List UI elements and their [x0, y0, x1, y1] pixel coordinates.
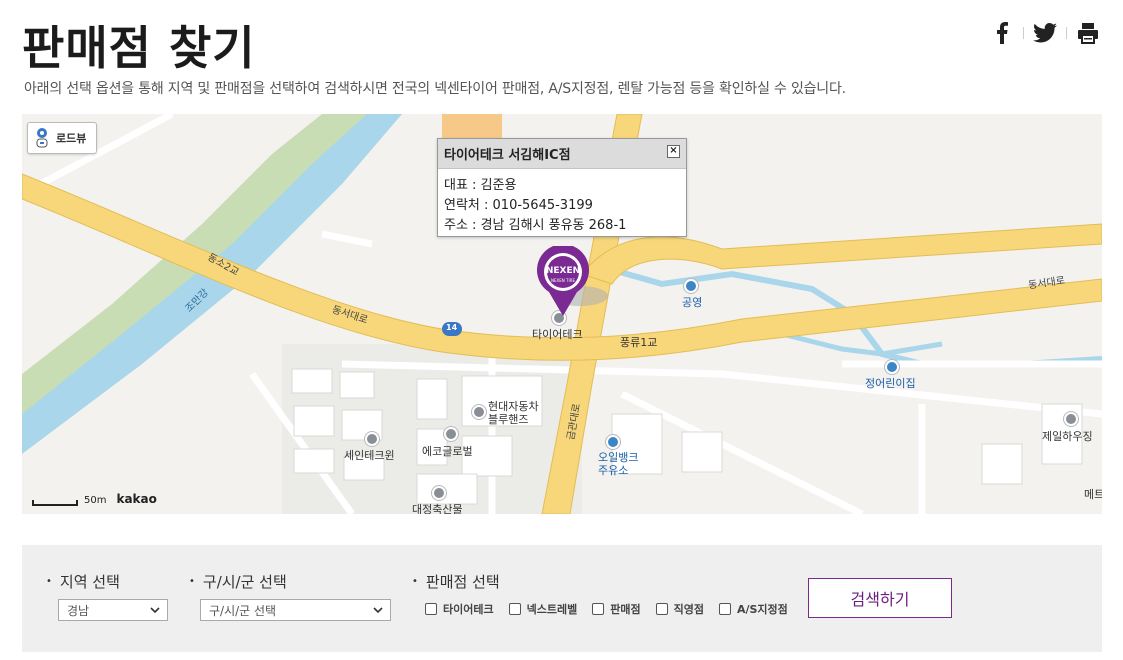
search-panel: 지역 선택 경남 구/시/군 선택 구/시/군 선택 판매점 선택 타이어테크 …	[22, 545, 1102, 652]
nexen-marker-icon: NEXEN NEXEN TIRE	[537, 244, 589, 316]
map-label-pungryu1gyo: 풍류1교	[620, 336, 658, 349]
divider	[1023, 27, 1024, 39]
scale-label: 50m	[84, 495, 107, 506]
checkbox-label: A/S지정점	[736, 603, 788, 616]
map-label-daejeong: 대정축산물	[412, 503, 463, 514]
checkbox-label: 넥스트레벨	[526, 603, 578, 616]
close-icon[interactable]: ×	[667, 145, 680, 158]
checkbox-nextlevel[interactable]: 넥스트레벨	[508, 601, 578, 617]
twitter-icon[interactable]	[1030, 20, 1060, 46]
building-poi-icon[interactable]	[444, 427, 458, 441]
map-label-seintech: 세인테크윈	[344, 449, 395, 462]
checkbox-box[interactable]	[718, 603, 731, 615]
shop-type-label: 판매점 선택	[412, 571, 500, 592]
parking-poi-icon[interactable]	[684, 279, 698, 293]
social-share-bar	[987, 20, 1103, 46]
marker-brand: NEXEN	[546, 266, 580, 276]
info-address: 주소 : 경남 김해시 풍유동 268-1	[444, 218, 627, 233]
info-window-title: 타이어테크 서김해IC점	[438, 139, 686, 169]
chevron-down-icon	[373, 607, 383, 614]
facebook-icon[interactable]	[987, 20, 1017, 46]
service-poi-icon[interactable]	[472, 405, 486, 419]
checkbox-box[interactable]	[592, 603, 605, 615]
map-label-hyundai: 현대자동차 블루핸즈	[488, 400, 539, 426]
checkbox-label: 직영점	[673, 603, 704, 616]
map-label-ecoglobal: 에코글로벌	[422, 445, 473, 458]
map-view[interactable]: 동소2교 조만강 동서대로 동서대로 14 풍류1교 금관대로 타이어테크 공영…	[22, 114, 1102, 514]
marker-sub: NEXEN TIRE	[551, 278, 575, 283]
district-select[interactable]: 구/시/군 선택	[200, 599, 391, 621]
building-poi-icon[interactable]	[432, 486, 446, 500]
map-label-parking: 공영	[682, 296, 703, 309]
checkbox-box[interactable]	[508, 603, 521, 615]
map-label-tiretech: 타이어테크	[532, 328, 583, 341]
divider	[1066, 27, 1067, 39]
gas-station-poi-icon[interactable]	[606, 435, 620, 449]
map-provider-logo: kakao	[116, 492, 157, 506]
shop-type-checkboxes: 타이어테크 넥스트레벨 판매점 직영점 A/S지정점	[425, 601, 803, 617]
page-description: 아래의 선택 옵션을 통해 지역 및 판매점을 선택하여 검색하시면 전국의 넥…	[24, 81, 846, 97]
district-select-value: 구/시/군 선택	[209, 603, 277, 618]
info-representative: 대표 : 김준용	[444, 178, 517, 193]
map-scale: 50m kakao	[32, 492, 157, 506]
store-info-window: 타이어테크 서김해IC점 × 대표 : 김준용 연락처 : 010-5645-3…	[437, 138, 687, 237]
scale-bar	[32, 500, 78, 506]
info-phone: 연락처 : 010-5645-3199	[444, 198, 593, 213]
district-label: 구/시/군 선택	[189, 571, 287, 592]
checkbox-box[interactable]	[655, 603, 668, 615]
checkbox-direct-store[interactable]: 직영점	[655, 601, 704, 617]
checkbox-tiretech[interactable]: 타이어테크	[425, 601, 494, 617]
region-select[interactable]: 경남	[58, 599, 168, 621]
search-button[interactable]: 검색하기	[808, 578, 952, 618]
chevron-down-icon	[150, 607, 160, 614]
checkbox-box[interactable]	[425, 603, 437, 615]
checkbox-label: 판매점	[610, 603, 641, 616]
roadview-button[interactable]: 로드뷰	[27, 122, 97, 154]
route-shield-label: 14	[446, 323, 458, 332]
map-label-oilbank: 오일뱅크 주유소	[598, 451, 639, 477]
roadview-label: 로드뷰	[56, 132, 87, 145]
map-label-jeil: 제일하우징	[1042, 430, 1093, 443]
building-poi-icon[interactable]	[1064, 412, 1078, 426]
roadview-person-icon	[36, 128, 48, 148]
store-marker[interactable]: NEXEN NEXEN TIRE	[535, 244, 591, 318]
checkbox-dealer[interactable]: 판매점	[592, 601, 641, 617]
page-title: 판매점 찾기	[22, 21, 256, 75]
map-label-right-edge: 메트	[1084, 488, 1102, 501]
checkbox-label: 타이어테크	[443, 603, 494, 616]
print-icon[interactable]	[1073, 20, 1103, 46]
checkbox-as-center[interactable]: A/S지정점	[718, 601, 788, 617]
daycare-poi-icon[interactable]	[885, 360, 899, 374]
region-label: 지역 선택	[46, 571, 120, 592]
building-poi-icon[interactable]	[365, 432, 379, 446]
region-select-value: 경남	[67, 603, 90, 618]
map-label-daycare: 정어린이집	[865, 377, 916, 390]
